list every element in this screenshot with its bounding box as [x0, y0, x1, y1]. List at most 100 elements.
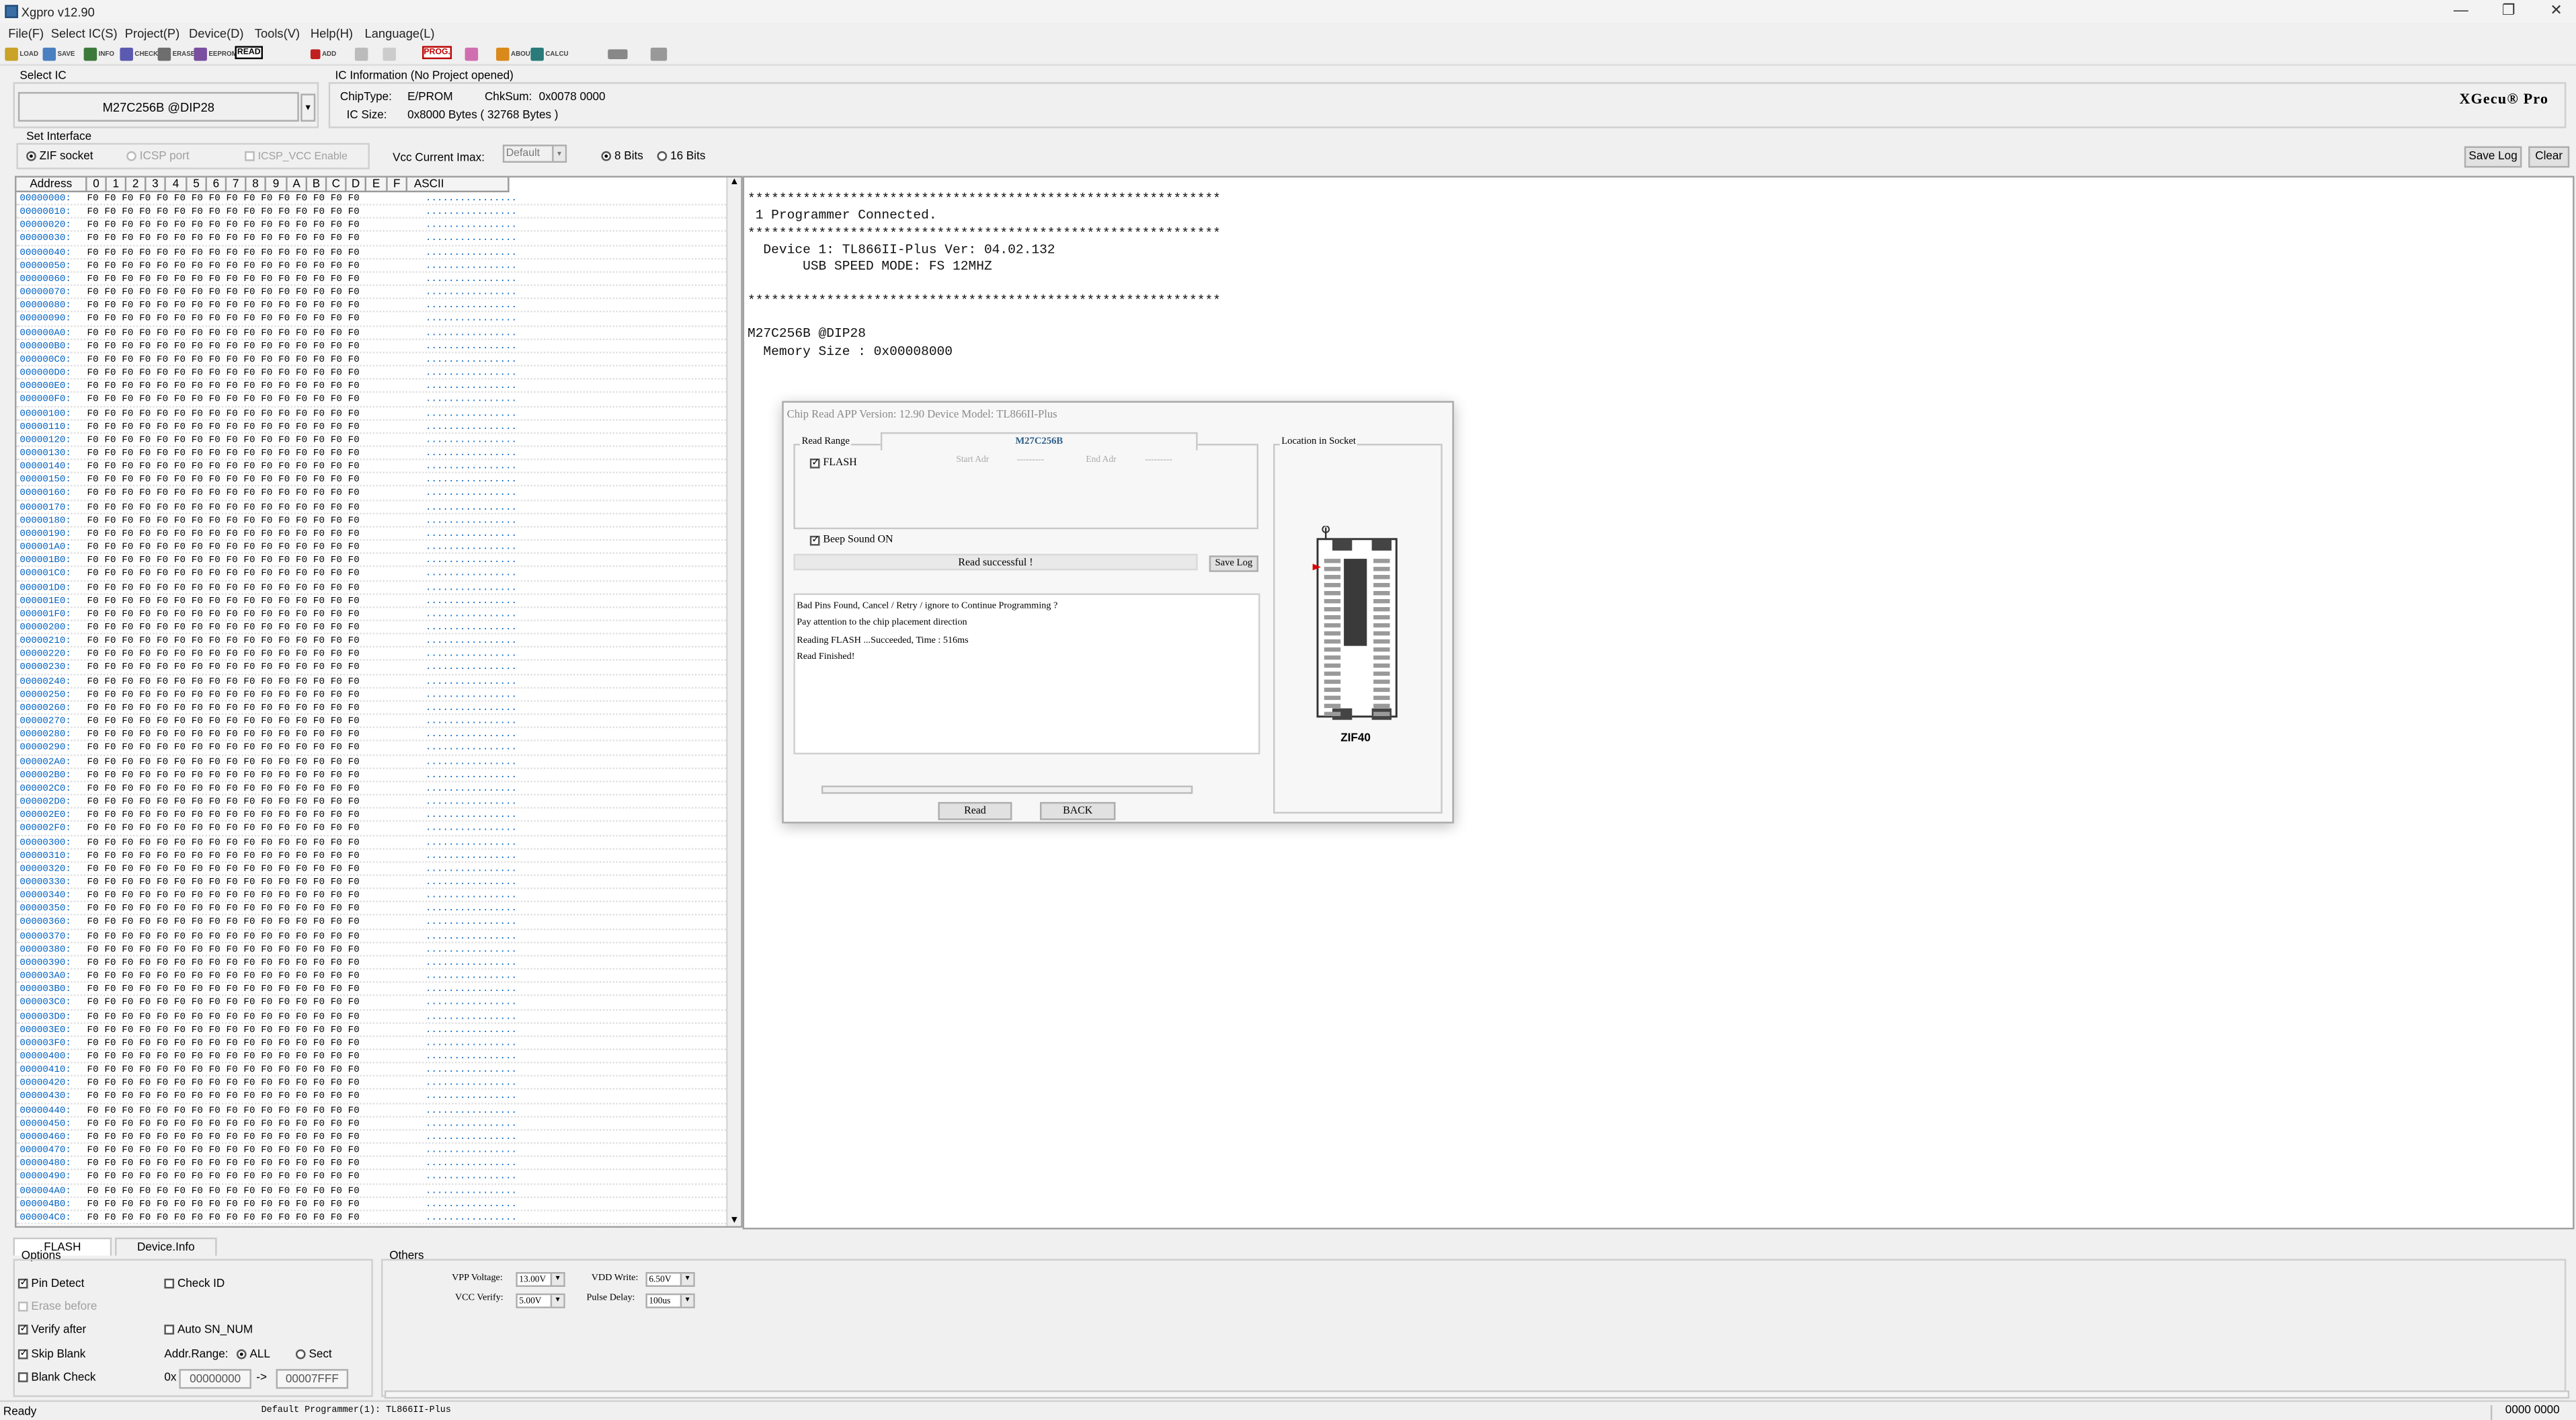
horizontal-scrollbar[interactable] — [384, 1390, 2570, 1399]
hex-row[interactable]: 00000150: F0 F0 F0 F0 F0 F0 F0 F0 F0 F0 F… — [16, 474, 739, 487]
hex-row-bytes[interactable]: F0 F0 F0 F0 F0 F0 F0 F0 F0 F0 F0 F0 F0 F… — [87, 474, 360, 487]
hex-row-bytes[interactable]: F0 F0 F0 F0 F0 F0 F0 F0 F0 F0 F0 F0 F0 F… — [87, 554, 360, 567]
dialog-save-log-button[interactable]: Save Log — [1209, 555, 1259, 572]
hex-row-bytes[interactable]: F0 F0 F0 F0 F0 F0 F0 F0 F0 F0 F0 F0 F0 F… — [87, 380, 360, 393]
hex-row[interactable]: 00000100: F0 F0 F0 F0 F0 F0 F0 F0 F0 F0 F… — [16, 407, 739, 420]
hex-row[interactable]: 00000030: F0 F0 F0 F0 F0 F0 F0 F0 F0 F0 F… — [16, 233, 739, 246]
hex-row-bytes[interactable]: F0 F0 F0 F0 F0 F0 F0 F0 F0 F0 F0 F0 F0 F… — [87, 461, 360, 474]
menu-project[interactable]: Project(P) — [125, 26, 179, 41]
hex-row[interactable]: 000001E0: F0 F0 F0 F0 F0 F0 F0 F0 F0 F0 F… — [16, 594, 739, 608]
vpp-voltage-select[interactable]: 13.00V ▾ — [516, 1271, 565, 1287]
pulse-delay-select[interactable]: 100us ▾ — [645, 1293, 695, 1308]
8-bits-radio[interactable]: 8 Bits — [601, 151, 643, 163]
hex-row-bytes[interactable]: F0 F0 F0 F0 F0 F0 F0 F0 F0 F0 F0 F0 F0 F… — [87, 313, 360, 326]
hex-row[interactable]: 00000400: F0 F0 F0 F0 F0 F0 F0 F0 F0 F0 F… — [16, 1050, 739, 1064]
eeprom-button[interactable]: EEPROM — [194, 44, 237, 63]
menu-device[interactable]: Device(D) — [189, 26, 243, 41]
hex-editor[interactable]: Address 0 1 2 3 4 5 6 7 8 9 A B C D E F … — [14, 175, 743, 1228]
hex-row-bytes[interactable]: F0 F0 F0 F0 F0 F0 F0 F0 F0 F0 F0 F0 F0 F… — [87, 903, 360, 916]
hex-row-bytes[interactable]: F0 F0 F0 F0 F0 F0 F0 F0 F0 F0 F0 F0 F0 F… — [87, 501, 360, 514]
hex-row-bytes[interactable]: F0 F0 F0 F0 F0 F0 F0 F0 F0 F0 F0 F0 F0 F… — [87, 219, 360, 233]
addr-from-field[interactable]: 00000000 — [179, 1369, 251, 1389]
hex-row-bytes[interactable]: F0 F0 F0 F0 F0 F0 F0 F0 F0 F0 F0 F0 F0 F… — [87, 233, 360, 246]
hex-row-bytes[interactable]: F0 F0 F0 F0 F0 F0 F0 F0 F0 F0 F0 F0 F0 F… — [87, 970, 360, 983]
hex-row[interactable]: 000003C0: F0 F0 F0 F0 F0 F0 F0 F0 F0 F0 F… — [16, 996, 739, 1011]
hex-row[interactable]: 00000220: F0 F0 F0 F0 F0 F0 F0 F0 F0 F0 F… — [16, 648, 739, 662]
hex-row-bytes[interactable]: F0 F0 F0 F0 F0 F0 F0 F0 F0 F0 F0 F0 F0 F… — [87, 1104, 360, 1117]
hex-row-bytes[interactable]: F0 F0 F0 F0 F0 F0 F0 F0 F0 F0 F0 F0 F0 F… — [87, 822, 360, 836]
hex-row[interactable]: 00000480: F0 F0 F0 F0 F0 F0 F0 F0 F0 F0 F… — [16, 1157, 739, 1171]
menu-language[interactable]: Language(L) — [365, 26, 435, 41]
hex-row-bytes[interactable]: F0 F0 F0 F0 F0 F0 F0 F0 F0 F0 F0 F0 F0 F… — [87, 1091, 360, 1104]
clear-button[interactable]: Clear — [2528, 146, 2570, 168]
hex-row[interactable]: 00000390: F0 F0 F0 F0 F0 F0 F0 F0 F0 F0 F… — [16, 956, 739, 970]
hex-row[interactable]: 00000080: F0 F0 F0 F0 F0 F0 F0 F0 F0 F0 F… — [16, 299, 739, 313]
hex-row[interactable]: 000003A0: F0 F0 F0 F0 F0 F0 F0 F0 F0 F0 F… — [16, 970, 739, 984]
hex-row-bytes[interactable]: F0 F0 F0 F0 F0 F0 F0 F0 F0 F0 F0 F0 F0 F… — [87, 299, 360, 313]
hex-row-bytes[interactable]: F0 F0 F0 F0 F0 F0 F0 F0 F0 F0 F0 F0 F0 F… — [87, 930, 360, 943]
addr-sect-radio[interactable]: Sect — [295, 1349, 332, 1361]
hex-row[interactable]: 00000040: F0 F0 F0 F0 F0 F0 F0 F0 F0 F0 F… — [16, 246, 739, 260]
hex-row-bytes[interactable]: F0 F0 F0 F0 F0 F0 F0 F0 F0 F0 F0 F0 F0 F… — [87, 1037, 360, 1050]
hex-row[interactable]: 000001B0: F0 F0 F0 F0 F0 F0 F0 F0 F0 F0 F… — [16, 554, 739, 568]
erase-button[interactable]: ERASE — [157, 44, 195, 63]
hex-row-bytes[interactable]: F0 F0 F0 F0 F0 F0 F0 F0 F0 F0 F0 F0 F0 F… — [87, 849, 360, 863]
hex-row-bytes[interactable]: F0 F0 F0 F0 F0 F0 F0 F0 F0 F0 F0 F0 F0 F… — [87, 434, 360, 447]
hex-row[interactable]: 000000E0: F0 F0 F0 F0 F0 F0 F0 F0 F0 F0 F… — [16, 380, 739, 394]
maximize-button[interactable]: ❐ — [2492, 1, 2525, 19]
pin-detect-checkbox[interactable]: ✓ Pin Detect — [17, 1279, 84, 1290]
hex-row-bytes[interactable]: F0 F0 F0 F0 F0 F0 F0 F0 F0 F0 F0 F0 F0 F… — [87, 836, 360, 849]
erase-before-checkbox[interactable]: Erase before — [17, 1302, 97, 1313]
hex-row-bytes[interactable]: F0 F0 F0 F0 F0 F0 F0 F0 F0 F0 F0 F0 F0 F… — [87, 890, 360, 903]
hex-row[interactable]: 00000380: F0 F0 F0 F0 F0 F0 F0 F0 F0 F0 F… — [16, 943, 739, 957]
hex-row-bytes[interactable]: F0 F0 F0 F0 F0 F0 F0 F0 F0 F0 F0 F0 F0 F… — [87, 407, 360, 420]
hex-row[interactable]: 000004C0: F0 F0 F0 F0 F0 F0 F0 F0 F0 F0 F… — [16, 1211, 739, 1225]
hex-row[interactable]: 00000310: F0 F0 F0 F0 F0 F0 F0 F0 F0 F0 F… — [16, 849, 739, 863]
scroll-down-icon[interactable]: ▼ — [729, 1216, 739, 1226]
hex-row[interactable]: 00000440: F0 F0 F0 F0 F0 F0 F0 F0 F0 F0 F… — [16, 1104, 739, 1117]
hex-row[interactable]: 000003D0: F0 F0 F0 F0 F0 F0 F0 F0 F0 F0 F… — [16, 1010, 739, 1024]
hex-row-bytes[interactable]: F0 F0 F0 F0 F0 F0 F0 F0 F0 F0 F0 F0 F0 F… — [87, 514, 360, 527]
zif-socket-radio[interactable]: ZIF socket — [26, 151, 93, 163]
hex-row[interactable]: 000002A0: F0 F0 F0 F0 F0 F0 F0 F0 F0 F0 F… — [16, 755, 739, 769]
hex-row-bytes[interactable]: F0 F0 F0 F0 F0 F0 F0 F0 F0 F0 F0 F0 F0 F… — [87, 943, 360, 956]
icsp-port-radio[interactable]: ICSP port — [126, 151, 190, 163]
hex-row[interactable]: 00000420: F0 F0 F0 F0 F0 F0 F0 F0 F0 F0 F… — [16, 1077, 739, 1091]
hex-row-bytes[interactable]: F0 F0 F0 F0 F0 F0 F0 F0 F0 F0 F0 F0 F0 F… — [87, 916, 360, 930]
hex-row-bytes[interactable]: F0 F0 F0 F0 F0 F0 F0 F0 F0 F0 F0 F0 F0 F… — [87, 1010, 360, 1023]
hex-row-bytes[interactable]: F0 F0 F0 F0 F0 F0 F0 F0 F0 F0 F0 F0 F0 F… — [87, 447, 360, 461]
hex-row[interactable]: 00000290: F0 F0 F0 F0 F0 F0 F0 F0 F0 F0 F… — [16, 742, 739, 756]
hex-row-bytes[interactable]: F0 F0 F0 F0 F0 F0 F0 F0 F0 F0 F0 F0 F0 F… — [87, 260, 360, 273]
hex-row[interactable]: 000002D0: F0 F0 F0 F0 F0 F0 F0 F0 F0 F0 F… — [16, 795, 739, 810]
hex-row[interactable]: 00000170: F0 F0 F0 F0 F0 F0 F0 F0 F0 F0 F… — [16, 501, 739, 514]
about-button[interactable]: ABOUT — [496, 44, 534, 63]
hex-row-bytes[interactable]: F0 F0 F0 F0 F0 F0 F0 F0 F0 F0 F0 F0 F0 F… — [87, 755, 360, 768]
read-dialog-button[interactable]: Read — [938, 801, 1012, 820]
hex-row-bytes[interactable]: F0 F0 F0 F0 F0 F0 F0 F0 F0 F0 F0 F0 F0 F… — [87, 809, 360, 822]
hex-row-bytes[interactable]: F0 F0 F0 F0 F0 F0 F0 F0 F0 F0 F0 F0 F0 F… — [87, 326, 360, 340]
hex-row[interactable]: 00000260: F0 F0 F0 F0 F0 F0 F0 F0 F0 F0 F… — [16, 702, 739, 715]
hex-row[interactable]: 000001A0: F0 F0 F0 F0 F0 F0 F0 F0 F0 F0 F… — [16, 541, 739, 555]
hex-row[interactable]: 00000350: F0 F0 F0 F0 F0 F0 F0 F0 F0 F0 F… — [16, 903, 739, 916]
hex-row-bytes[interactable]: F0 F0 F0 F0 F0 F0 F0 F0 F0 F0 F0 F0 F0 F… — [87, 996, 360, 1010]
read-button[interactable]: READ — [235, 46, 264, 59]
hex-row-bytes[interactable]: F0 F0 F0 F0 F0 F0 F0 F0 F0 F0 F0 F0 F0 F… — [87, 1171, 360, 1184]
hex-row-bytes[interactable]: F0 F0 F0 F0 F0 F0 F0 F0 F0 F0 F0 F0 F0 F… — [87, 567, 360, 581]
back-button[interactable]: BACK — [1039, 801, 1116, 820]
hex-row-bytes[interactable]: F0 F0 F0 F0 F0 F0 F0 F0 F0 F0 F0 F0 F0 F… — [87, 286, 360, 300]
hex-row-bytes[interactable]: F0 F0 F0 F0 F0 F0 F0 F0 F0 F0 F0 F0 F0 F… — [87, 715, 360, 729]
hex-row-bytes[interactable]: F0 F0 F0 F0 F0 F0 F0 F0 F0 F0 F0 F0 F0 F… — [87, 956, 360, 970]
addr-all-radio[interactable]: ALL — [236, 1349, 270, 1361]
tv-button[interactable] — [650, 44, 668, 63]
hex-row[interactable]: 00000370: F0 F0 F0 F0 F0 F0 F0 F0 F0 F0 F… — [16, 930, 739, 943]
hex-row[interactable]: 000001C0: F0 F0 F0 F0 F0 F0 F0 F0 F0 F0 F… — [16, 567, 739, 582]
scroll-up-icon[interactable]: ▲ — [729, 178, 739, 188]
hex-row[interactable]: 000001F0: F0 F0 F0 F0 F0 F0 F0 F0 F0 F0 F… — [16, 608, 739, 621]
select-ic-field[interactable]: M27C256B @DIP28 — [17, 91, 299, 122]
hex-row[interactable]: 000002C0: F0 F0 F0 F0 F0 F0 F0 F0 F0 F0 F… — [16, 782, 739, 796]
hex-row-bytes[interactable]: F0 F0 F0 F0 F0 F0 F0 F0 F0 F0 F0 F0 F0 F… — [87, 487, 360, 501]
hex-row-bytes[interactable]: F0 F0 F0 F0 F0 F0 F0 F0 F0 F0 F0 F0 F0 F… — [87, 1197, 360, 1211]
hex-row-bytes[interactable]: F0 F0 F0 F0 F0 F0 F0 F0 F0 F0 F0 F0 F0 F… — [87, 192, 360, 206]
hex-row[interactable]: 00000410: F0 F0 F0 F0 F0 F0 F0 F0 F0 F0 F… — [16, 1064, 739, 1077]
hex-row[interactable]: 00000250: F0 F0 F0 F0 F0 F0 F0 F0 F0 F0 F… — [16, 688, 739, 702]
